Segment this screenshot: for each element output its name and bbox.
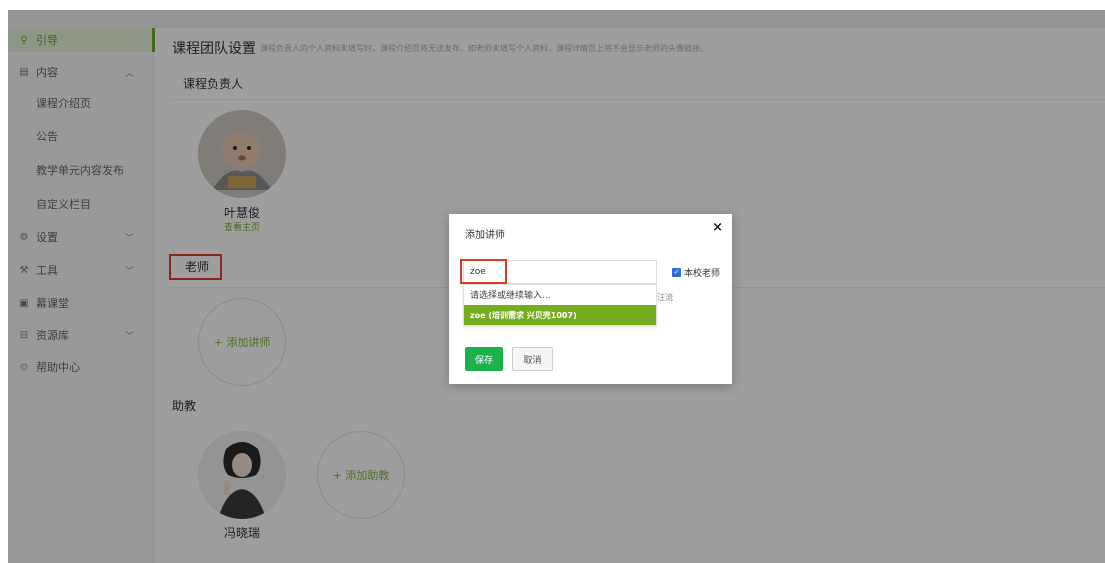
top-edge	[0, 0, 1105, 10]
close-icon[interactable]: ×	[712, 220, 723, 235]
dropdown-hint: 请选择或继续输入...	[470, 291, 551, 301]
input-highlight-box	[460, 259, 507, 284]
dialog-title: 添加讲师	[465, 230, 505, 241]
save-button[interactable]: 保存	[465, 347, 503, 371]
add-teacher-dialog: 添加讲师 × ✓ 本校老师 请选择或继续输入... zoe (培训需求 兴贝壳1…	[449, 214, 732, 384]
suggestion-dropdown: 请选择或继续输入... zoe (培训需求 兴贝壳1007)	[463, 284, 657, 326]
left-edge	[0, 0, 8, 563]
checkbox-label: 本校老师	[684, 269, 721, 279]
cancel-button[interactable]: 取消	[512, 347, 553, 371]
dropdown-option[interactable]: zoe (培训需求 兴贝壳1007)	[464, 305, 656, 325]
checkbox-checked-icon[interactable]: ✓	[672, 268, 681, 277]
obscured-text: 汪流	[657, 293, 673, 302]
local-teacher-checkbox[interactable]: ✓ 本校老师	[672, 266, 720, 279]
